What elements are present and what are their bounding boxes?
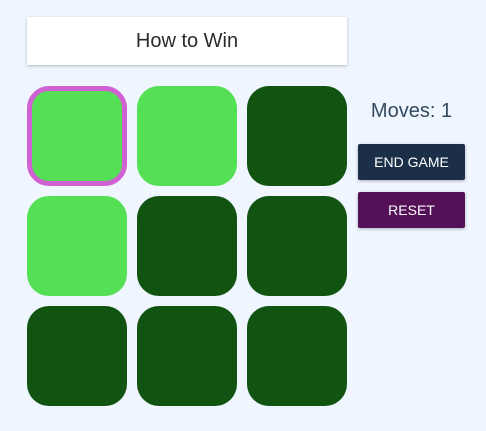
tile-r3-c1[interactable] <box>27 306 127 406</box>
tile-r2-c2[interactable] <box>137 196 237 296</box>
tile-r1-c3[interactable] <box>247 86 347 186</box>
end-game-label: END GAME <box>374 154 449 170</box>
tile-r2-c3[interactable] <box>247 196 347 296</box>
reset-label: RESET <box>388 202 435 218</box>
tile-r3-c3[interactable] <box>247 306 347 406</box>
reset-button[interactable]: RESET <box>358 192 465 228</box>
moves-value: 1 <box>440 100 453 122</box>
tile-r3-c2[interactable] <box>137 306 237 406</box>
tile-r1-c2[interactable] <box>137 86 237 186</box>
tile-r2-c1[interactable] <box>27 196 127 296</box>
moves-label: Moves: <box>370 100 436 122</box>
game-board <box>27 86 347 406</box>
end-game-button[interactable]: END GAME <box>358 144 465 180</box>
how-to-win-button[interactable]: How to Win <box>27 17 347 65</box>
how-to-win-label: How to Win <box>135 29 239 52</box>
tile-r1-c1[interactable] <box>27 86 127 186</box>
moves-counter: Moves: 1 <box>358 100 465 123</box>
